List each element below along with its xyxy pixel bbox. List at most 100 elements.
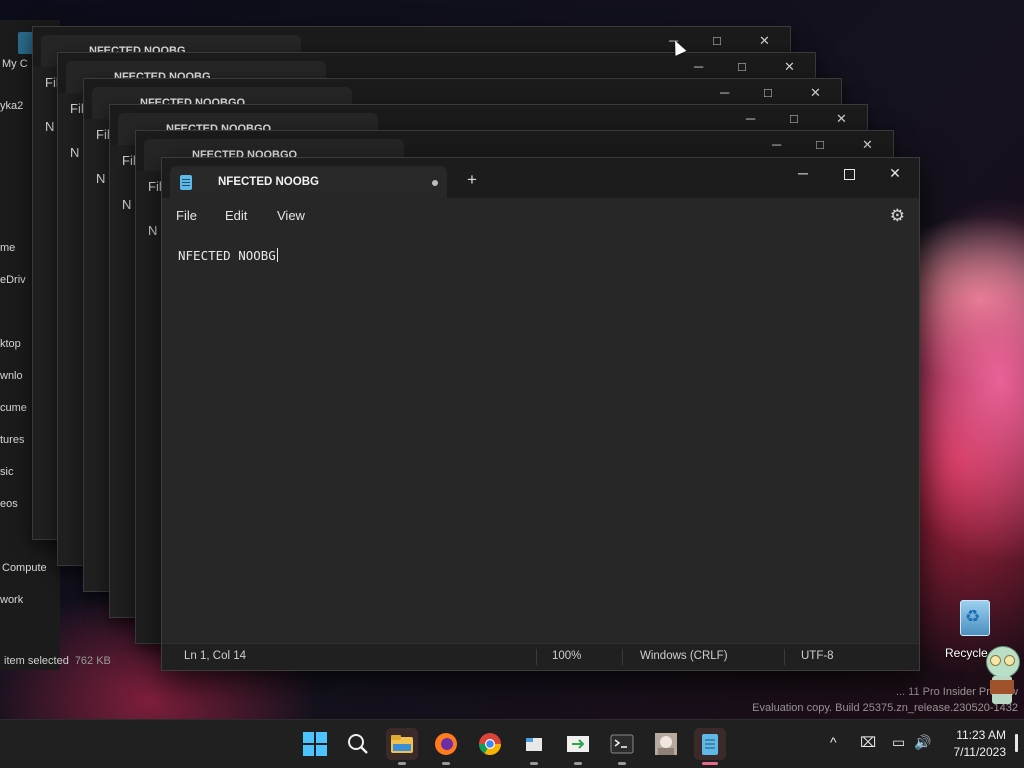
chrome-button[interactable] bbox=[474, 728, 506, 760]
minimize-button[interactable]: ─ bbox=[780, 158, 826, 188]
status-divider bbox=[536, 649, 537, 665]
explorer-nav-item[interactable]: cume bbox=[0, 402, 27, 414]
editor-content[interactable]: NFECTED NOOBG bbox=[178, 248, 278, 263]
maximize-icon[interactable]: □ bbox=[816, 137, 824, 152]
menu-fragment[interactable]: Fil bbox=[148, 179, 162, 194]
mascot-eye bbox=[1004, 655, 1015, 666]
maximize-icon[interactable]: □ bbox=[790, 111, 798, 126]
watermark-line2: Evaluation copy. Build 25375.zn_release.… bbox=[752, 702, 1018, 714]
minimize-icon[interactable]: ─ bbox=[772, 137, 781, 152]
text-caret bbox=[276, 248, 278, 262]
tab-active[interactable]: NFECTED NOOBG bbox=[170, 166, 447, 198]
search-button[interactable] bbox=[342, 728, 374, 760]
close-button[interactable]: ✕ bbox=[872, 158, 918, 188]
content-fragment: N bbox=[148, 223, 158, 238]
maximize-icon[interactable]: □ bbox=[713, 33, 721, 48]
recycle-bin-graphic bbox=[960, 600, 990, 636]
maximize-icon[interactable]: □ bbox=[738, 59, 746, 74]
terminal-button[interactable] bbox=[606, 728, 638, 760]
close-icon[interactable]: ✕ bbox=[810, 85, 821, 101]
show-desktop-button[interactable] bbox=[1015, 734, 1018, 752]
content-fragment: N bbox=[70, 145, 80, 160]
close-icon[interactable]: ✕ bbox=[836, 111, 847, 127]
text-editor[interactable]: NFECTED NOOBG bbox=[162, 234, 919, 644]
explorer-nav-item[interactable]: me bbox=[0, 242, 15, 254]
tab-title: NFECTED NOOBG bbox=[218, 176, 319, 188]
settings-gear-icon[interactable]: ⚙ bbox=[890, 206, 905, 226]
file-explorer-button[interactable] bbox=[386, 728, 418, 760]
menu-file[interactable]: File bbox=[176, 208, 197, 223]
explorer-nav-item[interactable]: sic bbox=[0, 466, 13, 478]
status-divider bbox=[622, 649, 623, 665]
explorer-nav-item[interactable]: Compute bbox=[2, 562, 47, 574]
firefox-icon bbox=[435, 733, 457, 755]
squidward-sticker-icon bbox=[982, 646, 1022, 716]
search-icon bbox=[348, 734, 368, 754]
mascot-eye bbox=[990, 655, 1001, 666]
running-indicator bbox=[530, 762, 538, 765]
close-icon[interactable]: ✕ bbox=[862, 137, 873, 153]
explorer-nav-item[interactable]: ktop bbox=[0, 338, 21, 350]
minimize-icon[interactable]: ─ bbox=[694, 59, 703, 74]
clock-date: 7/11/2023 bbox=[953, 745, 1007, 759]
photo-icon bbox=[655, 733, 677, 755]
encoding[interactable]: UTF-8 bbox=[801, 650, 834, 662]
recycle-bin-icon[interactable] bbox=[952, 598, 996, 638]
maximize-button[interactable] bbox=[826, 158, 872, 188]
folder-icon bbox=[526, 738, 542, 751]
folder-icon bbox=[391, 735, 413, 753]
windows-logo-icon bbox=[303, 745, 314, 756]
start-button[interactable] bbox=[299, 728, 331, 760]
line-ending[interactable]: Windows (CRLF) bbox=[640, 650, 728, 662]
menu-view[interactable]: View bbox=[277, 208, 305, 223]
status-divider bbox=[784, 649, 785, 665]
explorer-status: item selected 762 KB bbox=[4, 655, 111, 667]
unsaved-dot-icon[interactable] bbox=[432, 180, 438, 186]
photo-app-button[interactable] bbox=[650, 728, 682, 760]
show-hidden-icons-chevron-icon[interactable]: ^ bbox=[830, 734, 837, 750]
menu-fragment[interactable]: Fil bbox=[122, 153, 136, 168]
windows-logo-icon bbox=[316, 732, 327, 743]
notepad-window[interactable]: NFECTED NOOBG + ─ ✕ File Edit View ⚙ NFE… bbox=[161, 157, 920, 671]
chrome-icon bbox=[479, 733, 501, 755]
firefox-button[interactable] bbox=[430, 728, 462, 760]
clock-time: 11:23 AM bbox=[956, 728, 1006, 742]
menu-fragment[interactable]: Fil bbox=[70, 101, 84, 116]
clock[interactable]: 11:23 AM 7/11/2023 bbox=[954, 727, 1007, 761]
terminal-icon bbox=[610, 734, 634, 754]
close-icon[interactable]: ✕ bbox=[784, 59, 795, 75]
explorer-nav-item[interactable]: eDriv bbox=[0, 274, 26, 286]
new-tab-button[interactable]: + bbox=[467, 171, 477, 188]
explorer-nav-item[interactable]: tures bbox=[0, 434, 24, 446]
active-indicator bbox=[702, 762, 718, 765]
explorer-nav-item[interactable]: work bbox=[0, 594, 23, 606]
running-indicator bbox=[618, 762, 626, 765]
minimize-icon[interactable]: ─ bbox=[720, 85, 729, 100]
network-icon[interactable]: ⌧ bbox=[860, 734, 876, 751]
taskbar: ^ ⌧ ▭ 🔊 11:23 AM 7/11/2023 bbox=[0, 719, 1024, 768]
content-fragment: N bbox=[96, 171, 106, 186]
menu-edit[interactable]: Edit bbox=[225, 208, 247, 223]
display-icon[interactable]: ▭ bbox=[892, 734, 905, 751]
volume-icon[interactable]: 🔊 bbox=[914, 734, 931, 751]
maximize-icon[interactable]: □ bbox=[764, 85, 772, 100]
notepad-icon bbox=[702, 734, 718, 755]
menu-bar: File Edit View ⚙ bbox=[162, 198, 919, 234]
app-button[interactable] bbox=[562, 728, 594, 760]
minimize-icon[interactable]: ─ bbox=[746, 111, 755, 126]
file-explorer-2-button[interactable] bbox=[518, 728, 550, 760]
notepad-button[interactable] bbox=[694, 728, 726, 760]
notepad-icon bbox=[180, 175, 192, 190]
zoom-level[interactable]: 100% bbox=[552, 650, 581, 662]
editor-text: NFECTED NOOBG bbox=[178, 248, 276, 263]
title-bar[interactable]: NFECTED NOOBG + ─ ✕ bbox=[162, 158, 919, 198]
explorer-nav-item[interactable]: wnlo bbox=[0, 370, 23, 382]
explorer-status-text: item selected bbox=[4, 655, 69, 667]
cursor-position: Ln 1, Col 14 bbox=[184, 650, 247, 662]
menu-fragment[interactable]: Fil bbox=[96, 127, 110, 142]
close-icon[interactable]: ✕ bbox=[759, 33, 770, 49]
arrow-app-icon bbox=[567, 736, 589, 752]
explorer-nav-item[interactable]: eos bbox=[0, 498, 18, 510]
windows-logo-icon bbox=[316, 745, 327, 756]
status-bar: Ln 1, Col 14 100% Windows (CRLF) UTF-8 bbox=[162, 643, 919, 670]
